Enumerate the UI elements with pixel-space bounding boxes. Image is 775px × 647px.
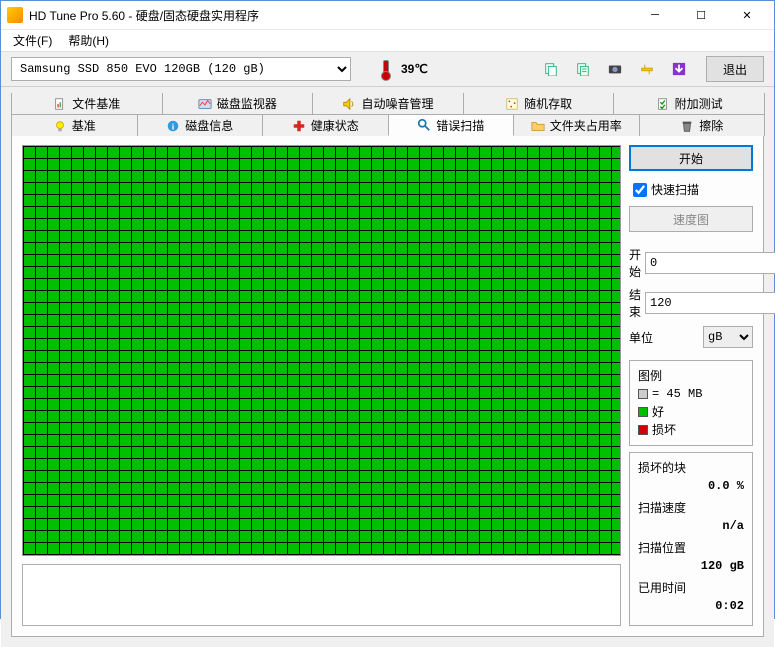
toolbar: Samsung SSD 850 EVO 120GB (120 gB) 39℃ 退… [1, 52, 774, 87]
scan-sidebar: 开始 快速扫描 速度图 开始 ▲▼ 结束 ▲▼ 单 [629, 145, 753, 626]
tab-folder-usage[interactable]: 文件夹占用率 [513, 114, 640, 136]
tab-disk-monitor[interactable]: 磁盘监视器 [162, 93, 314, 115]
tab-label: 文件夹占用率 [550, 117, 622, 134]
copy-text-icon [544, 62, 558, 76]
tab-label: 随机存取 [524, 95, 572, 112]
stat-damaged-value: 0.0 % [638, 477, 744, 495]
tab-pane-error-scan: 开始 快速扫描 速度图 开始 ▲▼ 结束 ▲▼ 单 [11, 135, 764, 637]
title-bar: HD Tune Pro 5.60 - 硬盘/固态硬盘实用程序 ─ ☐ ✕ [1, 1, 774, 30]
end-input[interactable] [646, 293, 775, 313]
scan-left-column [22, 145, 621, 626]
legend-good: 好 [638, 403, 744, 421]
app-icon [7, 7, 23, 23]
tab-random-access[interactable]: 随机存取 [463, 93, 615, 115]
start-label: 开始 [629, 246, 641, 280]
end-lba-row: 结束 ▲▼ [629, 286, 753, 320]
tab-row-2: 基准 i 磁盘信息 健康状态 错误扫描 文件夹占用率 擦除 [11, 114, 764, 136]
tab-strip: 文件基准 磁盘监视器 自动噪音管理 随机存取 附加测试 基准 [11, 93, 764, 136]
speaker-icon [342, 97, 356, 111]
tab-label: 擦除 [699, 117, 723, 134]
screenshot-button[interactable] [602, 56, 628, 82]
disk-monitor-icon [198, 97, 212, 111]
tab-file-benchmark[interactable]: 文件基准 [11, 93, 163, 115]
close-button[interactable]: ✕ [724, 1, 770, 29]
tab-info[interactable]: i 磁盘信息 [137, 114, 264, 136]
tab-aam[interactable]: 自动噪音管理 [312, 93, 464, 115]
trash-icon [680, 119, 694, 133]
tab-erase[interactable]: 擦除 [639, 114, 766, 136]
stat-speed-value: n/a [638, 517, 744, 535]
legend-blocksize: = 45 MB [638, 385, 744, 403]
extra-tests-icon [656, 97, 670, 111]
exit-button[interactable]: 退出 [706, 56, 764, 82]
start-scan-button[interactable]: 开始 [629, 145, 753, 171]
window-title: HD Tune Pro 5.60 - 硬盘/固态硬盘实用程序 [29, 7, 632, 24]
block-map-grid [23, 146, 620, 555]
block-map [22, 145, 621, 556]
unit-select[interactable]: gB [703, 326, 753, 348]
health-icon [292, 119, 306, 133]
quick-scan-label: 快速扫描 [651, 181, 699, 198]
save-button[interactable] [666, 56, 692, 82]
start-lba-row: 开始 ▲▼ [629, 246, 753, 280]
minimize-button[interactable]: ─ [632, 1, 678, 29]
tab-label: 文件基准 [72, 95, 120, 112]
tab-label: 磁盘监视器 [217, 95, 277, 112]
tab-label: 错误扫描 [436, 117, 484, 134]
start-input[interactable] [646, 253, 775, 273]
tab-extra-tests[interactable]: 附加测试 [613, 93, 765, 115]
speed-map-button: 速度图 [629, 206, 753, 232]
unit-label: 单位 [629, 329, 659, 346]
options-button[interactable] [634, 56, 660, 82]
folder-icon [531, 119, 545, 133]
log-box [22, 564, 621, 626]
info-icon: i [166, 119, 180, 133]
stat-pos-label: 扫描位置 [638, 539, 744, 557]
copy-info-icon [576, 62, 590, 76]
menu-bar: 文件(F) 帮助(H) [1, 30, 774, 52]
copy-info-button[interactable] [570, 56, 596, 82]
tab-error-scan[interactable]: 错误扫描 [388, 114, 515, 136]
stat-elapsed-label: 已用时间 [638, 579, 744, 597]
file-benchmark-icon [53, 97, 67, 111]
menu-help[interactable]: 帮助(H) [60, 30, 117, 51]
menu-file[interactable]: 文件(F) [5, 30, 60, 51]
end-label: 结束 [629, 286, 641, 320]
temperature-value: 39℃ [401, 62, 428, 76]
stat-elapsed-value: 0:02 [638, 597, 744, 615]
drive-select[interactable]: Samsung SSD 850 EVO 120GB (120 gB) [11, 57, 351, 81]
unit-row: 单位 gB [629, 326, 753, 348]
tab-label: 自动噪音管理 [361, 95, 433, 112]
magnifier-icon [417, 118, 431, 132]
quick-scan-checkbox[interactable]: 快速扫描 [633, 181, 753, 198]
tab-benchmark[interactable]: 基准 [11, 114, 138, 136]
client-area: 文件基准 磁盘监视器 自动噪音管理 随机存取 附加测试 基准 [1, 87, 774, 647]
legend-title: 图例 [638, 367, 744, 385]
stat-speed-label: 扫描速度 [638, 499, 744, 517]
options-icon [640, 62, 654, 76]
tab-health[interactable]: 健康状态 [262, 114, 389, 136]
save-icon [672, 62, 686, 76]
legend-box: 图例 = 45 MB 好 损坏 [629, 360, 753, 446]
tab-label: 基准 [72, 117, 96, 134]
stats-box: 损坏的块 0.0 % 扫描速度 n/a 扫描位置 120 gB 已用时间 0:0… [629, 452, 753, 626]
camera-icon [608, 62, 622, 76]
bulb-icon [53, 119, 67, 133]
tab-label: 附加测试 [675, 95, 723, 112]
stat-pos-value: 120 gB [638, 557, 744, 575]
tab-label: 磁盘信息 [185, 117, 233, 134]
tab-label: 健康状态 [311, 117, 359, 134]
quick-scan-input[interactable] [633, 183, 647, 197]
maximize-button[interactable]: ☐ [678, 1, 724, 29]
legend-damaged: 损坏 [638, 421, 744, 439]
tab-row-1: 文件基准 磁盘监视器 自动噪音管理 随机存取 附加测试 [11, 93, 764, 115]
random-access-icon [505, 97, 519, 111]
copy-text-button[interactable] [538, 56, 564, 82]
thermometer-icon [377, 58, 393, 80]
stat-damaged-label: 损坏的块 [638, 459, 744, 477]
